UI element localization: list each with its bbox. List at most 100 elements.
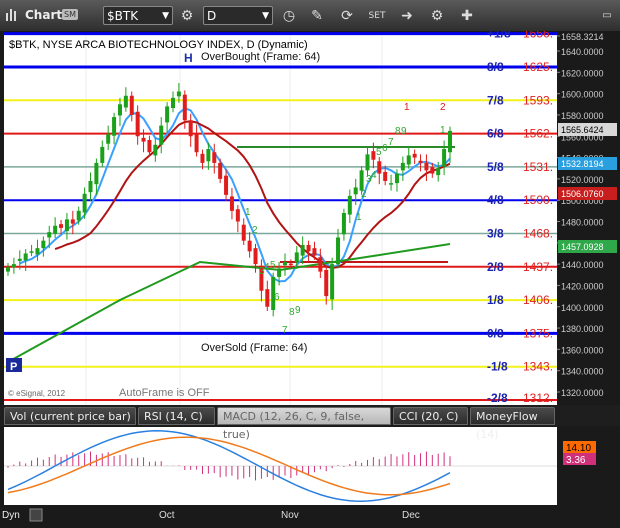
candle-body — [318, 257, 323, 272]
gear-icon[interactable]: ⚙ — [426, 5, 448, 27]
candle-body — [6, 267, 10, 272]
arrow-right-icon[interactable]: ➜ — [396, 5, 418, 27]
murrey-level-label: 7/8 — [487, 93, 504, 107]
sequential-count-label: 2 — [440, 102, 446, 113]
price-tag-label: 1532.8194 — [561, 159, 604, 169]
candle-body — [400, 162, 405, 171]
clock-icon[interactable]: ◷ — [278, 5, 300, 27]
candle-body — [188, 120, 193, 137]
dropdown-arrow-icon[interactable]: ▼ — [162, 7, 169, 26]
scroll-right-button[interactable] — [29, 508, 43, 522]
murrey-level-label: 6/8 — [487, 127, 504, 141]
candle-body — [406, 155, 411, 165]
indicator-tab[interactable]: MoneyFlow (14) — [470, 407, 555, 441]
candle-body — [383, 171, 388, 182]
candle-body — [100, 146, 105, 163]
y-tick-label: 1440.0000 — [561, 260, 604, 270]
window-controls-icon[interactable]: ▭ — [596, 5, 618, 27]
pin-icon[interactable]: ✚ — [456, 5, 478, 27]
candle-body — [11, 264, 16, 268]
candle-body — [212, 152, 217, 163]
pencil-icon[interactable]: ✎ — [306, 5, 328, 27]
murrey-level-label: +1/8 — [487, 31, 511, 41]
murrey-price-label: 1312. — [523, 391, 553, 405]
indicator-tab[interactable]: RSI (14, C) — [138, 407, 215, 425]
candle-body — [330, 264, 335, 300]
candle-body — [324, 269, 329, 297]
candle-body — [171, 97, 176, 109]
dropdown-arrow-icon[interactable]: ▼ — [262, 7, 269, 26]
y-tick-label: 1600.0000 — [561, 90, 604, 100]
murrey-price-label: 1593. — [523, 93, 553, 107]
sequential-count-label: 4 — [371, 170, 377, 181]
sequential-count-label: 1 — [440, 125, 446, 136]
candle-body — [200, 153, 205, 163]
candle-body — [282, 261, 287, 266]
h-marker: H — [184, 51, 193, 65]
candle-body — [17, 258, 22, 261]
candle-body — [241, 224, 246, 241]
candle-body — [70, 219, 75, 224]
candle-body — [424, 162, 429, 171]
link-settings-icon[interactable]: ⚙ — [176, 5, 198, 27]
indicator-tab[interactable]: MACD (12, 26, C, 9, false, true) — [217, 407, 391, 441]
candle-body — [442, 149, 447, 167]
price-tag-label: 1506.0760 — [561, 189, 604, 199]
candle-body — [194, 133, 199, 153]
murrey-price-label: 1375. — [523, 326, 553, 340]
candle-body — [229, 196, 234, 211]
candle-body — [377, 161, 382, 174]
murrey-level-label: 5/8 — [487, 160, 504, 174]
macd-tag-label: 3.36 — [566, 455, 586, 466]
y-tick-label: 1480.0000 — [561, 218, 604, 228]
candle-body — [47, 232, 52, 238]
candle-body — [82, 193, 87, 213]
price-tag-label: 1457.0928 — [561, 242, 604, 252]
candle-body — [394, 173, 399, 184]
sm-badge: SM — [62, 9, 78, 20]
candle-body — [206, 149, 211, 162]
x-axis-label: Oct — [159, 510, 175, 521]
candle-body — [436, 168, 441, 176]
y-tick-label: 1640.0000 — [561, 47, 604, 57]
candle-body — [123, 95, 128, 108]
murrey-level-label: -1/8 — [487, 360, 508, 374]
refresh-icon[interactable]: ⟳ — [336, 5, 358, 27]
candle-body — [112, 117, 117, 136]
indicator-tab[interactable]: CCI (20, C) — [393, 407, 468, 425]
candle-body — [106, 134, 111, 144]
chart-toolbar: Chart SM $BTK ▼ ⚙ D ▼ ◷ ✎ ⟳ SET ➜ ⚙ ✚ ▭ — [0, 0, 620, 32]
candle-body — [336, 237, 341, 265]
p-badge: P — [10, 361, 17, 373]
app-label: Chart — [25, 8, 63, 22]
candle-body — [300, 244, 305, 256]
murrey-price-label: 1406. — [523, 293, 553, 307]
settings-icon[interactable]: SET — [366, 5, 388, 27]
candle-body — [35, 248, 40, 255]
candle-body — [147, 139, 152, 153]
candle-body — [312, 248, 317, 256]
interval-input[interactable]: D ▼ — [203, 6, 273, 25]
chart-title: $BTK, NYSE ARCA BIOTECHNOLOGY INDEX, D (… — [9, 39, 308, 51]
indicator-tab[interactable]: Vol (current price bar) — [4, 407, 136, 425]
candle-body — [176, 91, 181, 97]
candle-body — [88, 181, 93, 193]
sequential-count-label: 7 — [282, 325, 288, 336]
y-tick-label: 1620.0000 — [561, 68, 604, 78]
murrey-level-label: 2/8 — [487, 260, 504, 274]
murrey-level-label: 8/8 — [487, 60, 504, 74]
dyn-label: Dyn — [2, 510, 20, 521]
candle-body — [224, 175, 229, 195]
candle-body — [448, 130, 452, 153]
candle-body — [41, 240, 46, 249]
candle-body — [347, 195, 352, 215]
sequential-count-label: 2 — [252, 225, 258, 236]
symbol-value: $BTK — [107, 9, 139, 23]
price-tag-label: 1565.6424 — [561, 125, 604, 135]
symbol-input[interactable]: $BTK ▼ — [103, 6, 173, 25]
price-chart[interactable]: +1/8 1656. 8/8 1625. 7/8 1593. 6/8 1562. 5/8 1531… — [0, 31, 620, 528]
sequential-count-label: 5 — [270, 260, 276, 271]
candle-body — [306, 244, 311, 252]
y-tick-label: 1420.0000 — [561, 281, 604, 291]
candle-body — [389, 183, 394, 185]
